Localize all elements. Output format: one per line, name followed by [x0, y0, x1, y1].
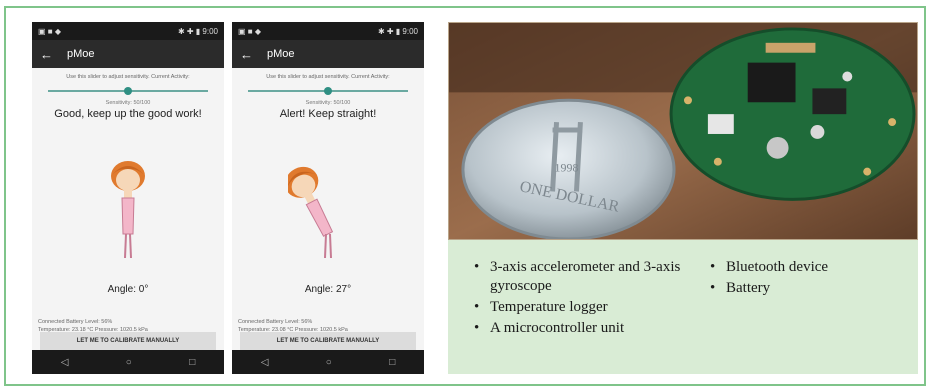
- app-title: pMoe: [67, 48, 95, 60]
- home-circle-icon[interactable]: ○: [326, 357, 332, 368]
- back-arrow-icon[interactable]: ←: [240, 47, 253, 62]
- status-icons-right: ✱ ✚ ▮ 9:00: [377, 26, 418, 36]
- recents-square-icon[interactable]: □: [389, 357, 395, 368]
- home-circle-icon[interactable]: ○: [126, 357, 132, 368]
- phone-screen-bent: ▣ ■ ◆ ✱ ✚ ▮ 9:00 ← pMoe Use this slider …: [232, 22, 424, 374]
- feature-item: Battery: [710, 279, 910, 298]
- app-bar: ← pMoe: [232, 40, 424, 68]
- phone-screen-upright: ▣ ■ ◆ ✱ ✚ ▮ 9:00 ← pMoe Use this slider …: [32, 22, 224, 374]
- slider-hint: Use this slider to adjust sensitivity. C…: [266, 74, 390, 80]
- back-triangle-icon[interactable]: ◁: [61, 357, 69, 368]
- angle-readout: Angle: 27°: [304, 284, 352, 295]
- angle-readout: Angle: 0°: [107, 284, 149, 295]
- slider-knob[interactable]: [324, 87, 332, 95]
- recents-square-icon[interactable]: □: [189, 357, 195, 368]
- upright-avatar-figure: [111, 161, 145, 259]
- status-bar: ▣ ■ ◆ ✱ ✚ ▮ 9:00: [32, 22, 224, 40]
- posture-message: Good, keep up the good work!: [54, 108, 202, 120]
- connection-battery-line: Connected Battery Level: 56%: [38, 319, 113, 325]
- feature-list-panel: 3-axis accelerometer and 3-axis gyroscop…: [448, 240, 918, 374]
- slider-hint: Use this slider to adjust sensitivity. C…: [66, 74, 190, 80]
- bent-avatar-figure: [288, 166, 334, 259]
- feature-item: Temperature logger: [474, 298, 724, 317]
- sensitivity-label: Sensitivity: 50/100: [105, 100, 151, 106]
- device-photo: 1998 ONE DOLLAR: [448, 22, 918, 240]
- status-bar: ▣ ■ ◆ ✱ ✚ ▮ 9:00: [232, 22, 424, 40]
- feature-item: A microcontroller unit: [474, 319, 724, 338]
- back-arrow-icon[interactable]: ←: [40, 47, 53, 62]
- app-title: pMoe: [267, 48, 295, 60]
- feature-list-right: Bluetooth device Battery: [710, 258, 910, 300]
- calibrate-button[interactable]: LET ME TO CALIBRATE MANUALLY: [40, 332, 216, 350]
- connection-battery-line: Connected Battery Level: 56%: [238, 319, 313, 325]
- nav-bar: ◁ ○ □: [232, 350, 424, 374]
- coin-year: 1998: [555, 161, 579, 175]
- sensitivity-slider[interactable]: [248, 86, 408, 96]
- back-triangle-icon[interactable]: ◁: [261, 357, 269, 368]
- nav-bar: ◁ ○ □: [32, 350, 224, 374]
- status-icons-left: ▣ ■ ◆: [38, 26, 61, 36]
- status-icons-right: ✱ ✚ ▮ 9:00: [177, 26, 218, 36]
- circuit-board: [669, 27, 916, 201]
- feature-list-left: 3-axis accelerometer and 3-axis gyroscop…: [474, 258, 724, 340]
- sensitivity-slider[interactable]: [48, 86, 208, 96]
- calibrate-button[interactable]: LET ME TO CALIBRATE MANUALLY: [240, 332, 416, 350]
- feature-item: 3-axis accelerometer and 3-axis gyroscop…: [474, 258, 724, 296]
- posture-message: Alert! Keep straight!: [279, 108, 377, 120]
- slider-knob[interactable]: [124, 87, 132, 95]
- feature-item: Bluetooth device: [710, 258, 910, 277]
- app-bar: ← pMoe: [32, 40, 224, 68]
- sensitivity-label: Sensitivity: 50/100: [305, 100, 351, 106]
- status-icons-left: ▣ ■ ◆: [238, 26, 261, 36]
